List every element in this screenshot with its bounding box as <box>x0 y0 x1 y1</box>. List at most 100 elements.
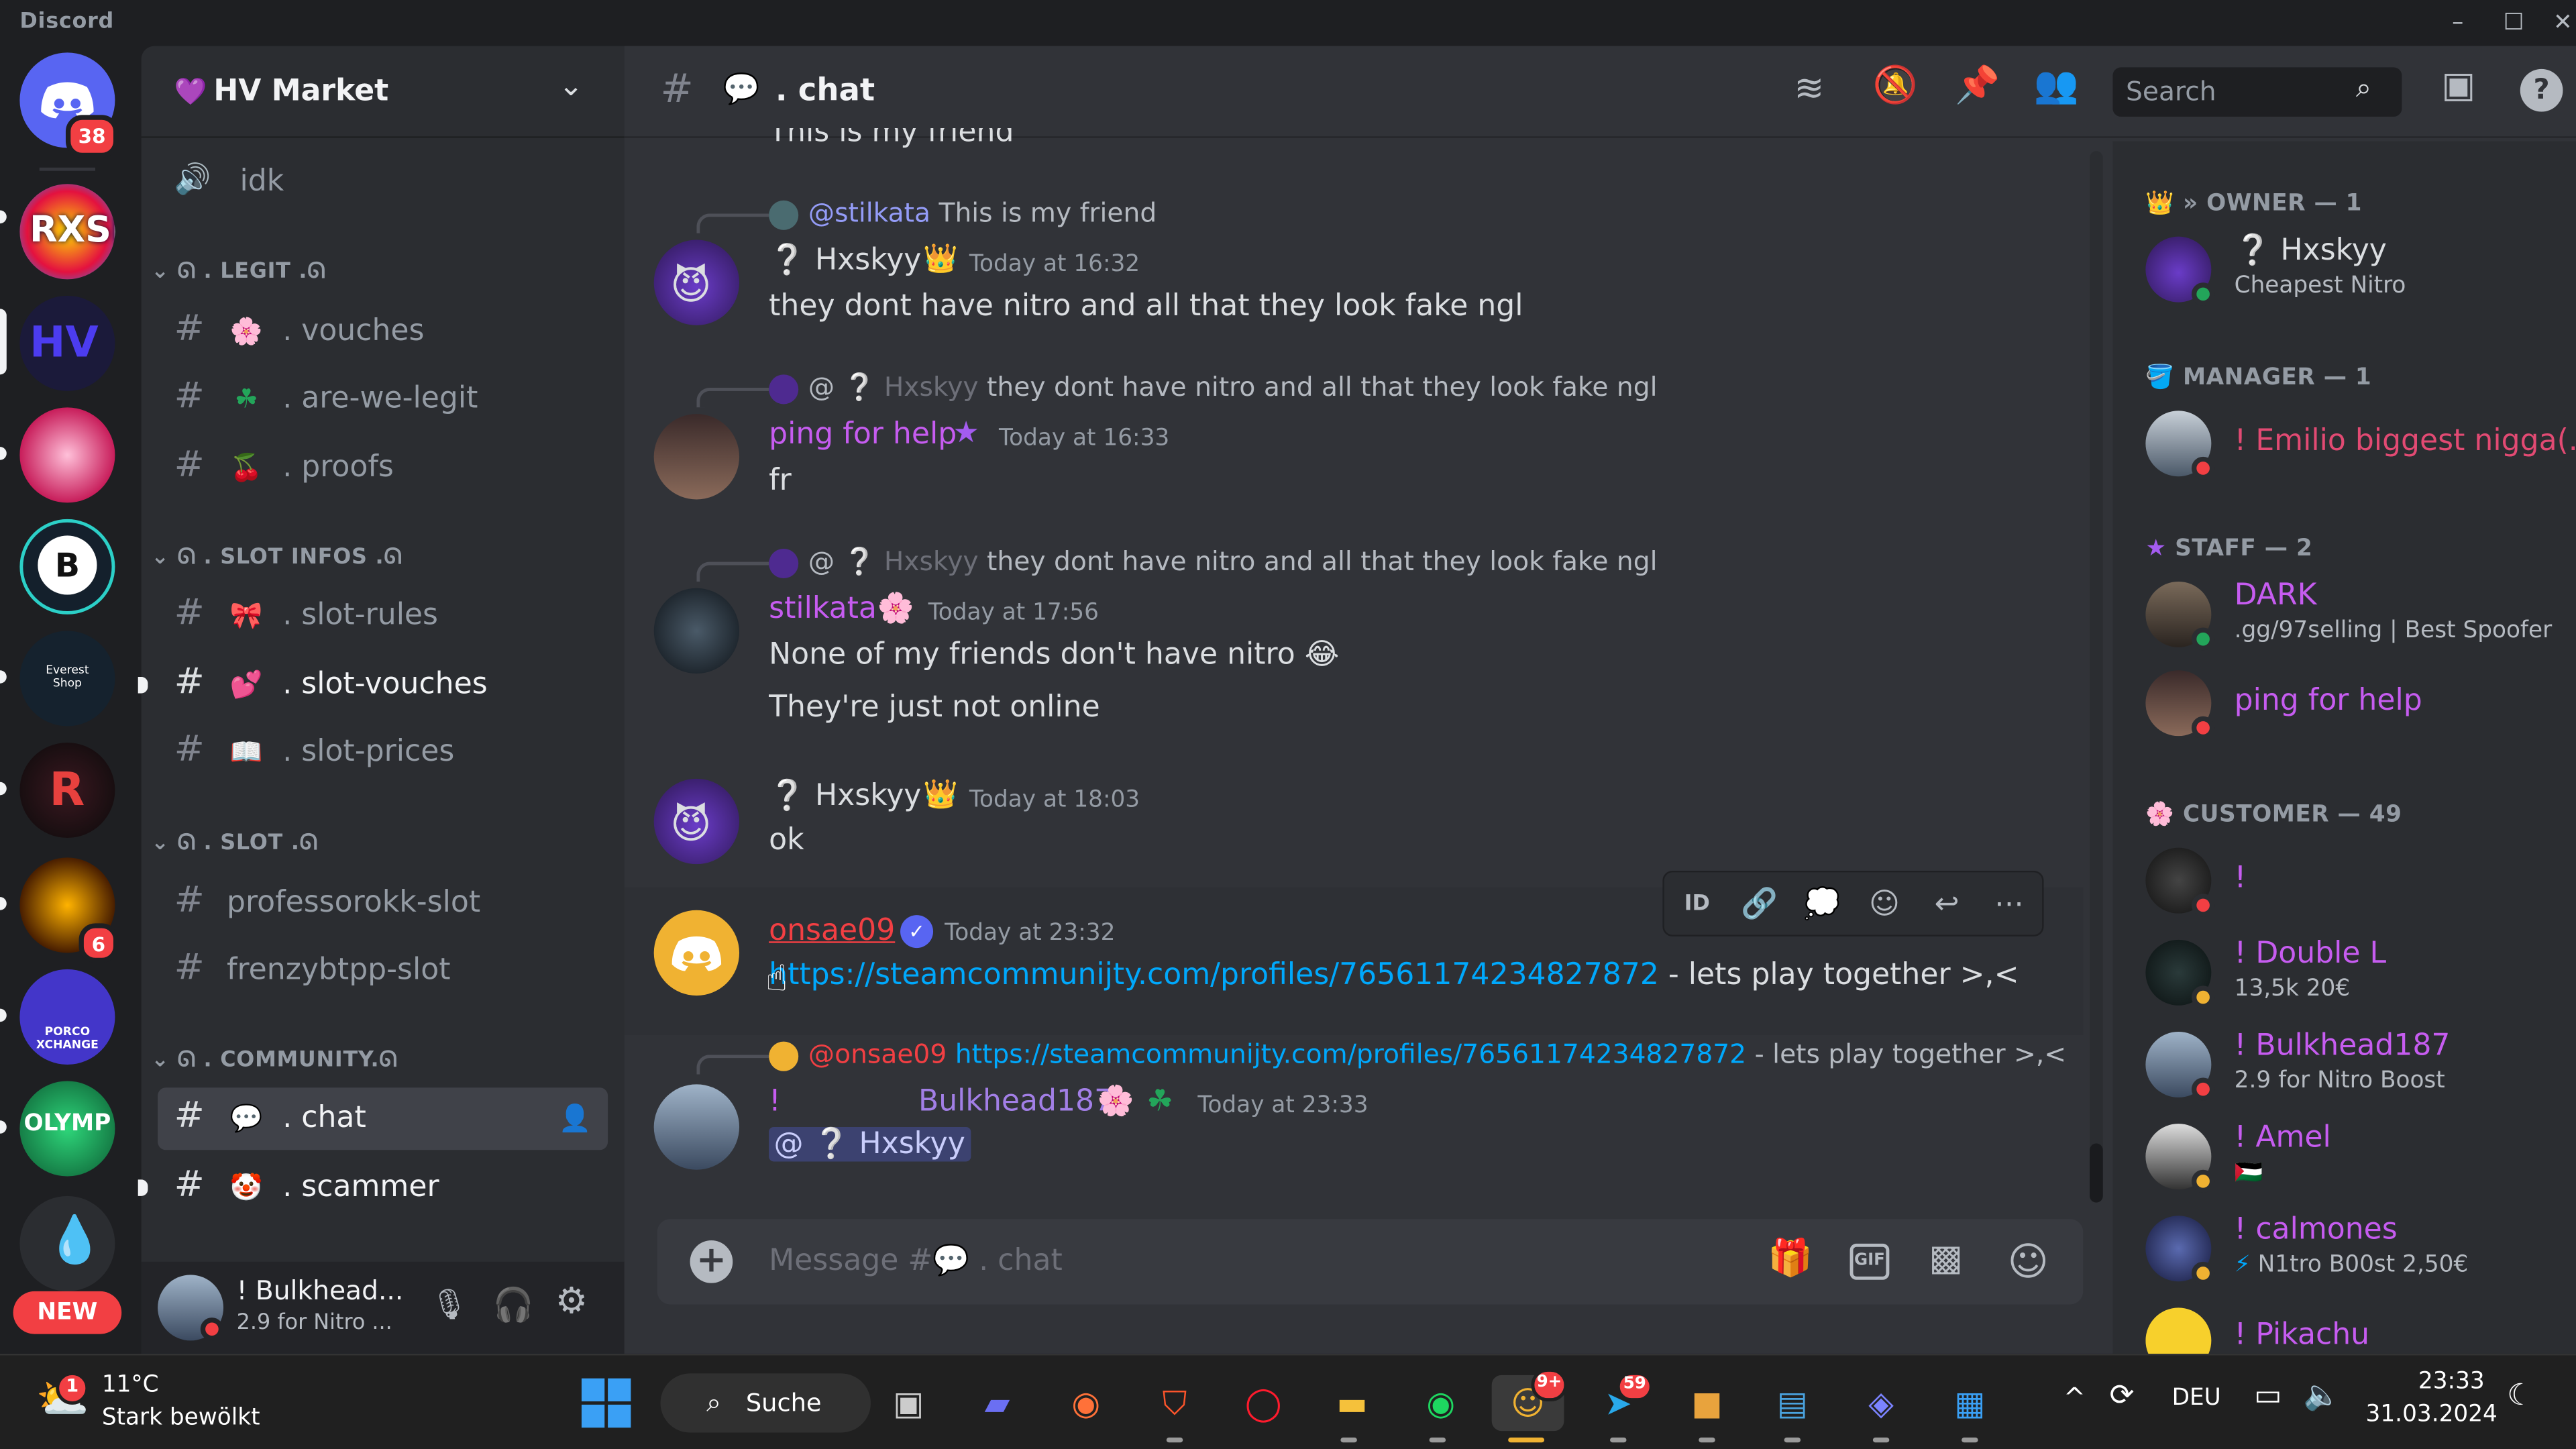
tray-chevron-icon[interactable]: ^ <box>2063 1382 2086 1413</box>
reply-icon[interactable]: ↩ <box>1924 882 1970 928</box>
inbox-icon[interactable]: ▣ <box>2441 66 2475 107</box>
channel-proofs[interactable]: # 🍒. proofs <box>158 437 608 499</box>
clock-date[interactable]: 31.03.2024 <box>2366 1401 2498 1428</box>
channel-slot-rules[interactable]: # 🎀. slot-rules <box>158 585 608 647</box>
teams-chat-icon[interactable]: ▰ <box>969 1375 1025 1431</box>
category-legit[interactable]: ⌄ ᘏ . LEGIT .ᘏ <box>151 260 325 284</box>
taskbar-search[interactable]: ⌕ Suche <box>660 1373 871 1433</box>
message-author[interactable]: ❔ Hxskyy <box>769 243 921 277</box>
message-author[interactable]: ping for help <box>769 417 957 451</box>
clock-time[interactable]: 23:33 <box>2418 1368 2485 1395</box>
volume-icon[interactable]: 🔈 <box>2303 1379 2340 1413</box>
windows-start-icon[interactable] <box>581 1378 631 1428</box>
firefox-icon[interactable]: ◉ <box>1058 1375 1114 1431</box>
member-item[interactable]: ! Bulkhead187 2.9 for Nitro Boost <box>2145 1025 2573 1110</box>
guild-porco-xchange[interactable]: PORCO XCHANGE <box>19 969 115 1065</box>
channel-scammer[interactable]: # 🤡. scammer <box>158 1157 608 1219</box>
guild-hv[interactable]: HV <box>19 295 115 391</box>
guild-rxse[interactable]: RXSE <box>19 184 115 280</box>
avatar[interactable]: 😈 <box>653 239 740 325</box>
plus-icon[interactable]: + <box>690 1240 733 1283</box>
more-icon[interactable]: ⋯ <box>1986 882 2033 928</box>
message-author[interactable]: stilkata <box>769 592 877 626</box>
channel-are-we-legit[interactable]: # ☘. are-we-legit <box>158 368 608 431</box>
mute-bell-icon[interactable]: 🔕 <box>1873 66 1918 107</box>
guild-drop[interactable]: 💧 <box>19 1195 115 1291</box>
member-item[interactable]: ! Amel 🇵🇸 <box>2145 1117 2573 1202</box>
guild-olymp[interactable]: OLYMP <box>19 1081 115 1177</box>
network-icon[interactable]: ▭ <box>2254 1379 2282 1413</box>
chevron-down-icon[interactable]: ⌄ <box>559 69 584 103</box>
message-input[interactable]: Message #💬 . chat <box>769 1244 1063 1278</box>
emoji-icon[interactable]: ☺ <box>2008 1239 2049 1285</box>
guild-pink[interactable] <box>19 407 115 503</box>
message-link[interactable]: https://steamcommunijty.com/profiles/765… <box>769 958 1659 992</box>
message-author[interactable]: Bulkhead187 <box>918 1084 1113 1118</box>
avatar[interactable] <box>653 910 740 996</box>
copy-id-icon[interactable]: ID <box>1674 882 1721 928</box>
reply-preview[interactable]: @ ❔ Hxskyy they dont have nitro and all … <box>808 371 1658 402</box>
member-item[interactable]: ! Emilio biggest nigga(... <box>2145 404 2576 489</box>
create-invite-icon[interactable]: 👤 <box>559 1102 592 1134</box>
add-reaction-icon[interactable]: ☺ <box>1862 882 1908 928</box>
message-composer[interactable]: + Message #💬 . chat 🎁 GIF ▩ ☺ <box>657 1219 2084 1305</box>
notification-moon-icon[interactable]: ☾ <box>2507 1379 2534 1413</box>
minimize-icon[interactable]: – <box>2438 3 2477 43</box>
message-author[interactable]: ❔ Hxskyy <box>769 779 921 813</box>
avatar[interactable] <box>653 414 740 500</box>
category-slot-infos[interactable]: ⌄ ᘏ . SLOT INFOS .ᘏ <box>151 545 402 570</box>
channel-vouches[interactable]: # 🌸. vouches <box>158 301 608 363</box>
pin-icon[interactable]: 📌 <box>1955 66 2000 107</box>
channel-chat[interactable]: # 💬 . chat 👤 <box>158 1087 608 1150</box>
member-item[interactable]: ping for help <box>2145 663 2573 749</box>
member-item[interactable]: ❔ Hxskyy Cheapest Nitro <box>2145 230 2573 315</box>
guild-everest-shop[interactable]: Everest Shop <box>19 631 115 727</box>
category-slot[interactable]: ⌄ ᘏ . SLOT .ᘏ <box>151 831 317 856</box>
threads-icon[interactable]: ≋ <box>1794 69 1824 110</box>
guild-bitcoin[interactable]: B <box>19 519 115 614</box>
avatar[interactable]: 😈 <box>653 778 740 865</box>
channel-idk[interactable]: 🔊 idk <box>158 151 608 213</box>
reply-preview[interactable]: @onsae09 https://steamcommunijty.com/pro… <box>808 1038 2066 1070</box>
task-view-icon[interactable]: ▣ <box>881 1375 936 1431</box>
close-icon[interactable]: ✕ <box>2543 3 2576 43</box>
gift-icon[interactable]: 🎁 <box>1768 1239 1813 1280</box>
spotify-icon[interactable]: ◉ <box>1413 1375 1468 1431</box>
channel-slot-prices[interactable]: # 📖. slot-prices <box>158 721 608 784</box>
user-mention[interactable]: @ ❔ Hxskyy <box>769 1127 971 1162</box>
language-indicator[interactable]: DEU <box>2172 1385 2221 1411</box>
mic-icon[interactable]: 🎙 <box>431 1288 468 1322</box>
avatar[interactable] <box>653 588 740 674</box>
brave-icon[interactable]: ⛉ <box>1146 1375 1202 1431</box>
channel-professorokk-slot[interactable]: # professorokk-slot <box>158 872 608 934</box>
stocks-icon[interactable]: ▤ <box>1764 1375 1820 1431</box>
reply-preview[interactable]: @stilkata This is my friend <box>808 197 1157 229</box>
member-list-icon[interactable]: 👥 <box>2034 66 2079 107</box>
sticker-icon[interactable]: ▩ <box>1929 1239 1963 1280</box>
scrollbar-track[interactable] <box>2090 151 2103 1203</box>
help-icon[interactable]: ? <box>2520 68 2563 112</box>
vscode-icon[interactable]: ◈ <box>1853 1375 1909 1431</box>
thread-icon[interactable]: 💭 <box>1799 882 1845 928</box>
gif-icon[interactable]: GIF <box>1849 1243 1890 1280</box>
member-item[interactable]: ! <box>2145 841 2573 926</box>
member-item[interactable]: DARK .gg/97selling | Best Spoofer <box>2145 575 2573 660</box>
channel-frenzybtpp-slot[interactable]: # frenzybtpp-slot <box>158 940 608 1002</box>
notepad-icon[interactable]: ▦ <box>1942 1375 1998 1431</box>
avatar[interactable] <box>653 1084 740 1170</box>
file-explorer-icon[interactable]: ▬ <box>1324 1375 1380 1431</box>
member-item[interactable]: ! Double L 13,5k 20€ <box>2145 933 2573 1018</box>
channel-slot-vouches[interactable]: # 💕. slot-vouches <box>158 654 608 716</box>
search-input[interactable]: Search ⌕ <box>2112 67 2402 117</box>
category-community[interactable]: ⌄ ᘏ . COMMUNITY.ᘏ <box>151 1048 397 1073</box>
reply-preview[interactable]: @ ❔ Hxskyy they dont have nitro and all … <box>808 545 1658 577</box>
message-author[interactable]: onsae09 <box>769 914 895 948</box>
headphones-icon[interactable]: 🎧 <box>493 1285 534 1324</box>
maximize-icon[interactable]: ☐ <box>2494 3 2534 43</box>
sync-icon[interactable]: ⟳ <box>2110 1379 2135 1413</box>
app-sr-icon[interactable]: ■ <box>1679 1375 1735 1431</box>
member-item[interactable]: ! Pikachu <box>2145 1301 2573 1354</box>
guild-r[interactable]: R <box>19 742 115 838</box>
link-icon[interactable]: 🔗 <box>1737 882 1783 928</box>
server-header[interactable]: 💜 HV Market ⌄ <box>141 46 625 138</box>
